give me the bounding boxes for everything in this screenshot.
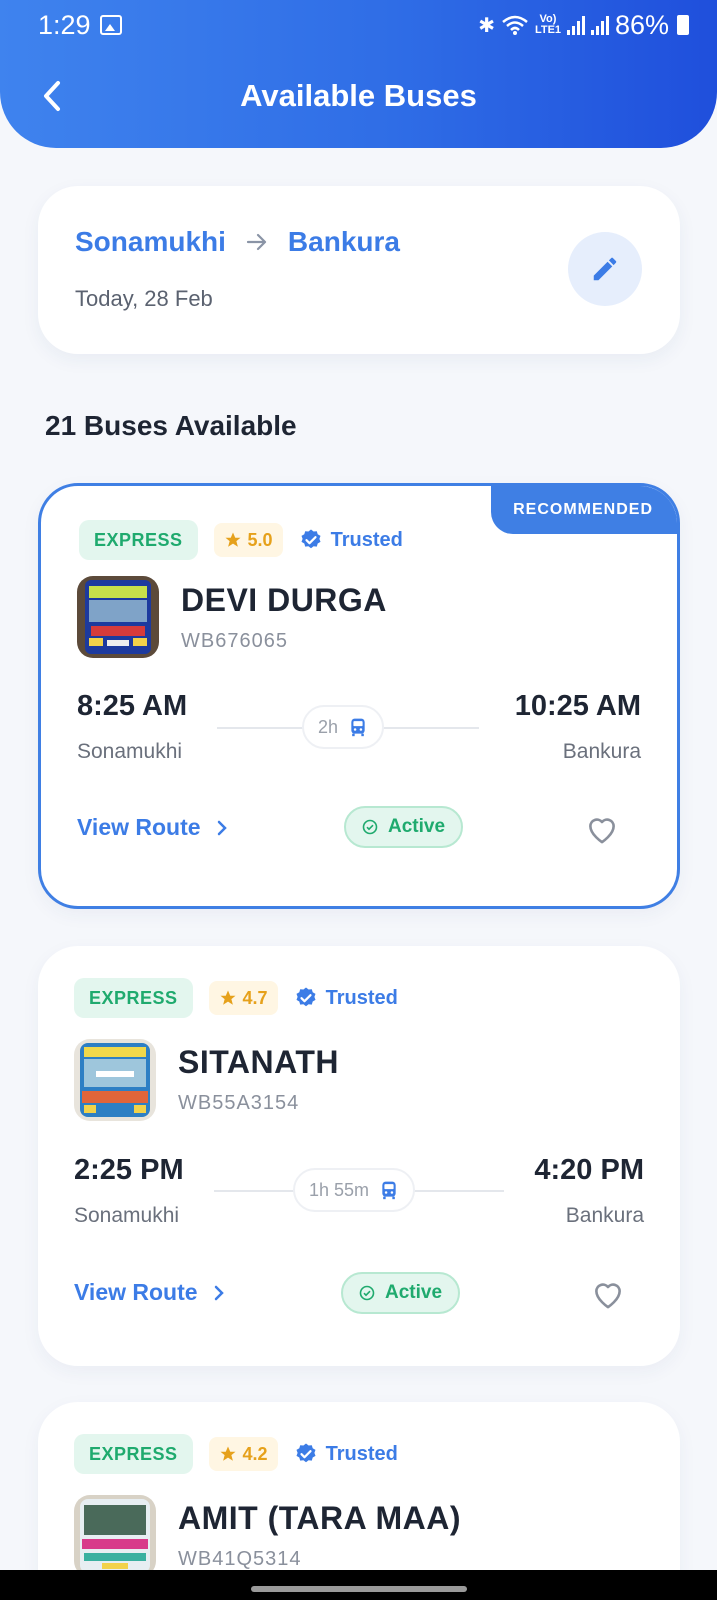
status-badge: Active	[344, 806, 464, 848]
favorite-button[interactable]	[582, 809, 622, 849]
edit-route-button[interactable]	[568, 232, 642, 306]
bus-card[interactable]: RECOMMENDED EXPRESS 5.0 Trusted DEVI DUR…	[38, 483, 680, 909]
route-to: Bankura	[287, 226, 400, 257]
duration-value: 2h	[318, 716, 339, 737]
trusted-label: Trusted	[325, 986, 398, 1009]
verified-badge-icon	[296, 987, 316, 1007]
view-route-link[interactable]: View Route	[77, 814, 229, 841]
star-icon	[225, 532, 241, 547]
bus-name: DEVI DURGA	[181, 582, 387, 618]
chevron-right-icon	[217, 820, 227, 835]
bluetooth-icon: ✱	[478, 14, 495, 37]
bus-tags: EXPRESS 4.2 Trusted	[74, 1434, 398, 1474]
favorite-button[interactable]	[588, 1274, 628, 1314]
rating-badge: 5.0	[213, 523, 283, 557]
rating-value: 5.0	[247, 529, 273, 550]
bus-type-badge: EXPRESS	[74, 1434, 193, 1474]
rating-value: 4.7	[242, 987, 268, 1008]
arrival-time: 4:20 PM	[534, 1154, 644, 1186]
system-navigation-bar	[0, 1570, 717, 1600]
page-title: Available Buses	[240, 78, 477, 113]
star-icon	[220, 990, 236, 1005]
trusted-badge: Trusted	[294, 1442, 398, 1466]
route-from: Sonamukhi	[75, 226, 226, 257]
view-route-label: View Route	[77, 814, 201, 840]
results-count: 21 Buses Available	[45, 410, 297, 441]
trusted-badge: Trusted	[294, 986, 398, 1010]
arrival-time: 10:25 AM	[514, 690, 641, 722]
departure-time: 8:25 AM	[77, 690, 188, 722]
departure-stop: Sonamukhi	[77, 740, 183, 763]
bus-name: SITANATH	[178, 1044, 340, 1080]
trusted-badge: Trusted	[299, 528, 403, 552]
view-route-label: View Route	[74, 1279, 198, 1305]
status-label: Active	[388, 816, 446, 837]
status-badge: Active	[341, 1272, 461, 1314]
duration-pill: 1h 55m	[293, 1168, 416, 1212]
duration-value: 1h 55m	[309, 1179, 370, 1200]
heart-icon	[595, 1283, 621, 1309]
departure-time: 2:25 PM	[74, 1154, 184, 1186]
status-indicators: ✱ Vo) LTE1 86%	[478, 10, 689, 40]
rating-badge: 4.7	[208, 981, 278, 1015]
bus-tags: EXPRESS 5.0 Trusted	[79, 520, 403, 560]
star-icon	[220, 1446, 236, 1461]
status-time: 1:29	[38, 10, 91, 40]
trusted-label: Trusted	[325, 1442, 398, 1465]
duration-pill: 2h	[302, 705, 385, 749]
check-circle-icon	[362, 819, 378, 835]
heart-icon	[589, 818, 615, 844]
departure-stop: Sonamukhi	[74, 1204, 180, 1227]
recommended-badge: RECOMMENDED	[491, 486, 677, 534]
bus-card[interactable]: EXPRESS 4.7 Trusted SITANATH WB55A3154 2…	[38, 946, 680, 1366]
home-indicator[interactable]	[251, 1586, 467, 1592]
arrow-right-icon	[246, 233, 267, 251]
bus-image	[74, 1495, 156, 1577]
route-line: Sonamukhi Bankura	[75, 226, 400, 258]
app-header: 1:29 ✱ Vo) LTE1 86% Available Buses	[0, 0, 717, 148]
arrival-stop: Bankura	[565, 1204, 644, 1227]
bus-icon	[351, 718, 365, 737]
bus-image	[77, 576, 159, 658]
trusted-label: Trusted	[330, 528, 403, 551]
chevron-right-icon	[214, 1285, 224, 1300]
arrival-stop: Bankura	[562, 740, 641, 763]
view-route-link[interactable]: View Route	[74, 1279, 226, 1306]
signal-1-icon	[566, 15, 585, 35]
bus-number: WB676065	[181, 630, 288, 652]
bus-number: WB55A3154	[178, 1092, 300, 1114]
battery-percent: 86%	[614, 9, 669, 40]
route-date: Today, 28 Feb	[75, 286, 213, 311]
route-summary-card: Sonamukhi Bankura Today, 28 Feb	[38, 186, 680, 354]
battery-icon	[677, 15, 689, 35]
verified-badge-icon	[301, 529, 321, 549]
bus-icon	[382, 1181, 396, 1200]
bus-name: AMIT (TARA MAA)	[178, 1500, 461, 1536]
verified-badge-icon	[296, 1443, 316, 1463]
bus-type-badge: EXPRESS	[79, 520, 198, 560]
gallery-notification-icon	[100, 15, 122, 35]
bus-tags: EXPRESS 4.7 Trusted	[74, 978, 398, 1018]
status-label: Active	[385, 1282, 443, 1303]
rating-value: 4.2	[242, 1443, 268, 1464]
signal-2-icon	[590, 15, 609, 35]
status-bar: 1:29 ✱ Vo) LTE1 86%	[0, 0, 717, 50]
bus-image	[74, 1039, 156, 1121]
bus-number: WB41Q5314	[178, 1548, 302, 1570]
rating-badge: 4.2	[208, 1437, 278, 1471]
wifi-icon	[502, 15, 528, 35]
edit-pencil-icon	[593, 257, 617, 281]
lte-indicator: Vo) LTE1	[534, 13, 562, 36]
check-circle-icon	[359, 1285, 375, 1301]
bus-type-badge: EXPRESS	[74, 978, 193, 1018]
